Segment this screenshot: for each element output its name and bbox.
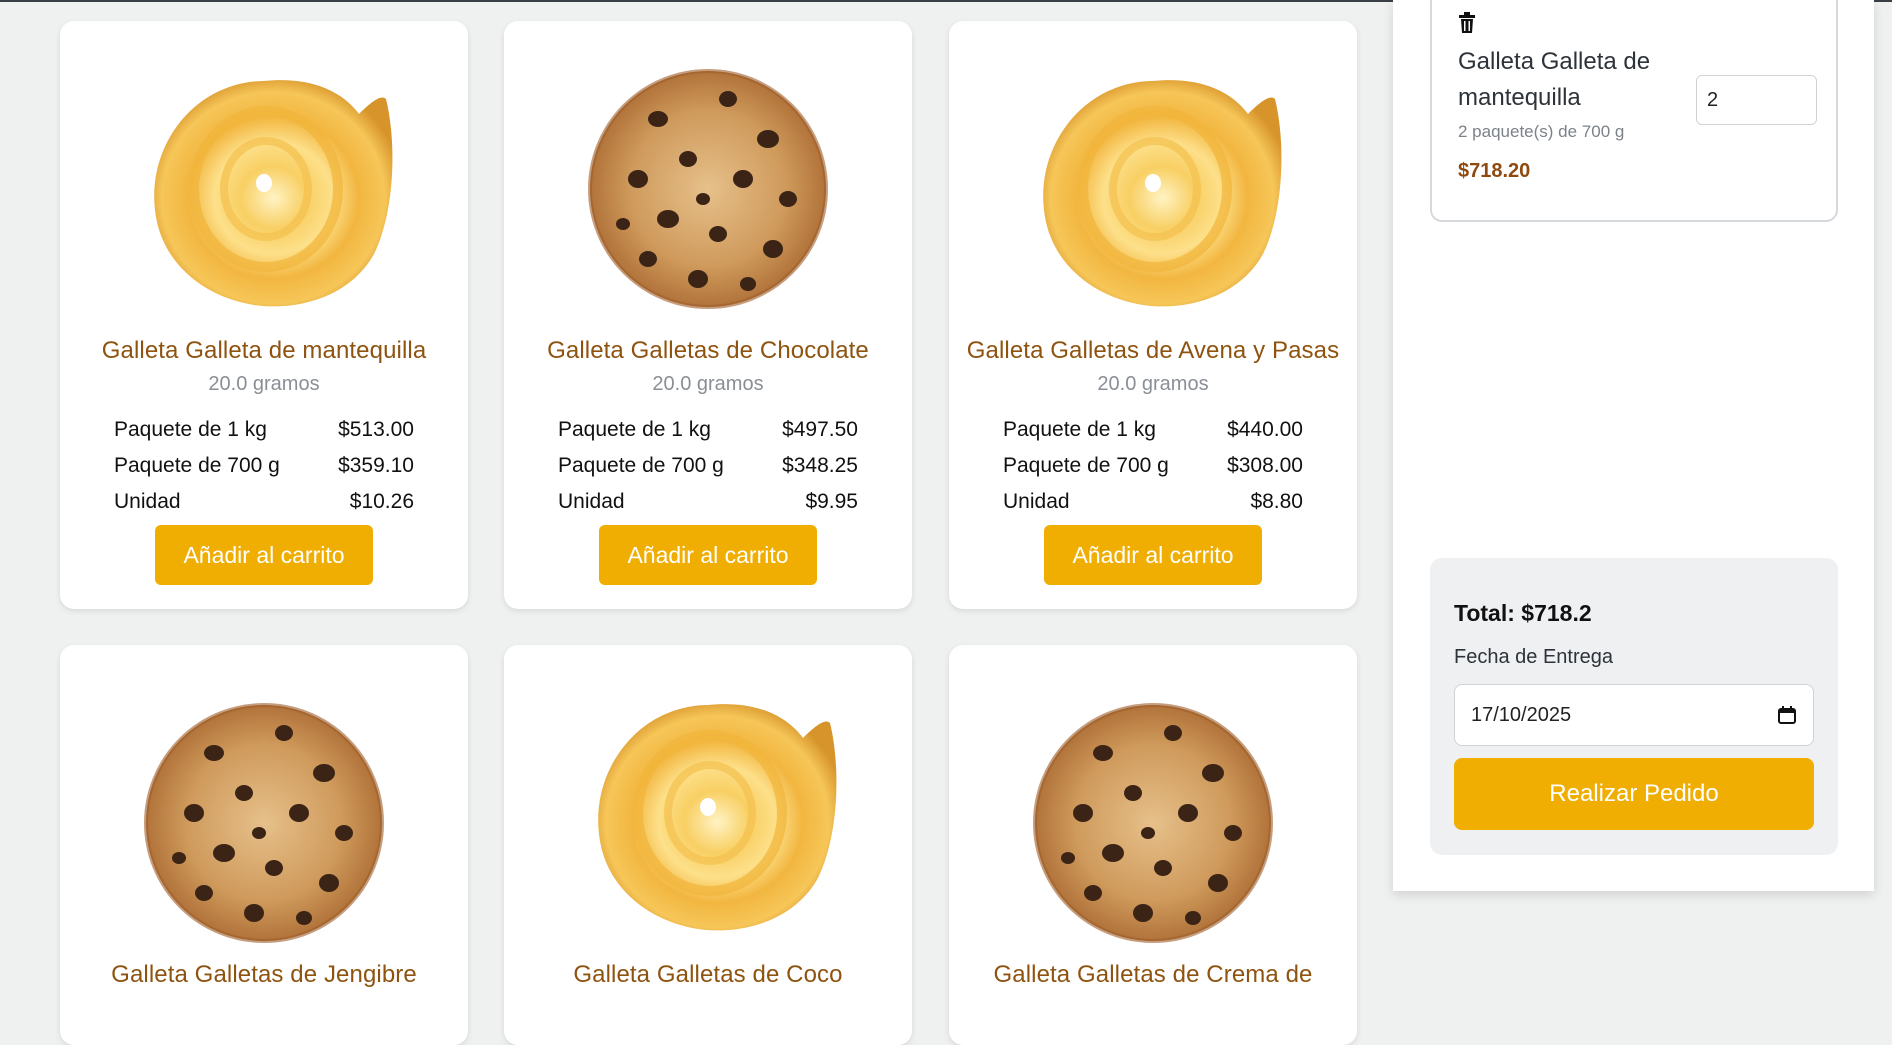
price-row: Paquete de 1 kg $440.00 [1003, 412, 1303, 448]
price-value: $8.80 [1250, 490, 1303, 513]
price-value: $308.00 [1227, 454, 1303, 477]
product-title: Galleta Galletas de Coco [573, 961, 843, 988]
product-image [578, 683, 838, 943]
price-row: Paquete de 700 g $348.25 [558, 448, 858, 484]
price-row: Unidad $10.26 [114, 484, 414, 520]
delivery-date-label: Fecha de Entrega [1454, 646, 1613, 668]
product-grid: Galleta Galleta de mantequilla 20.0 gram… [0, 0, 1380, 1045]
product-card: Galleta Galleta de mantequilla 20.0 gram… [60, 21, 468, 609]
price-value: $9.95 [805, 490, 858, 513]
price-label: Paquete de 700 g [114, 454, 280, 477]
price-value: $348.25 [782, 454, 858, 477]
product-card: Galleta Galletas de Crema de [949, 645, 1357, 1045]
calendar-icon[interactable] [1777, 705, 1797, 725]
product-weight: 20.0 gramos [208, 373, 320, 395]
price-table: Paquete de 1 kg $440.00 Paquete de 700 g… [1003, 412, 1303, 520]
quantity-input[interactable] [1696, 75, 1817, 125]
product-title: Galleta Galletas de Crema de [993, 961, 1313, 988]
cart-item-detail: 2 paquete(s) de 700 g [1458, 122, 1625, 141]
product-card: Galleta Galletas de Coco [504, 645, 912, 1045]
delivery-date-value: 17/10/2025 [1471, 703, 1572, 726]
product-card: Galleta Galletas de Chocolate 20.0 gramo… [504, 21, 912, 609]
delivery-date-input[interactable]: 17/10/2025 [1454, 684, 1814, 746]
cart-item-name: Galleta Galleta de mantequilla [1458, 48, 1651, 111]
price-label: Paquete de 1 kg [558, 418, 711, 441]
add-to-cart-button[interactable]: Añadir al carrito [1044, 525, 1262, 585]
price-row: Paquete de 1 kg $513.00 [114, 412, 414, 448]
product-image [134, 693, 394, 953]
product-image [1023, 693, 1283, 953]
add-to-cart-button[interactable]: Añadir al carrito [599, 525, 817, 585]
price-row: Paquete de 1 kg $497.50 [558, 412, 858, 448]
price-label: Unidad [114, 490, 181, 513]
price-label: Unidad [1003, 490, 1070, 513]
product-weight: 20.0 gramos [1097, 373, 1209, 395]
price-row: Paquete de 700 g $308.00 [1003, 448, 1303, 484]
price-label: Paquete de 700 g [558, 454, 724, 477]
place-order-button[interactable]: Realizar Pedido [1454, 758, 1814, 830]
product-title: Galleta Galletas de Chocolate [547, 337, 869, 364]
price-row: Paquete de 700 g $359.10 [114, 448, 414, 484]
product-title: Galleta Galletas de Jengibre [111, 961, 417, 988]
order-summary: Total: $718.2 Fecha de Entrega 17/10/202… [1430, 558, 1838, 855]
price-label: Paquete de 700 g [1003, 454, 1169, 477]
cart-total: Total: $718.2 [1454, 600, 1592, 626]
product-title: Galleta Galleta de mantequilla [101, 337, 427, 364]
product-card: Galleta Galletas de Avena y Pasas 20.0 g… [949, 21, 1357, 609]
product-image [1023, 59, 1283, 319]
price-value: $497.50 [782, 418, 858, 441]
price-label: Paquete de 1 kg [114, 418, 267, 441]
price-row: Unidad $9.95 [558, 484, 858, 520]
price-label: Unidad [558, 490, 625, 513]
price-value: $359.10 [338, 454, 414, 477]
price-table: Paquete de 1 kg $513.00 Paquete de 700 g… [114, 412, 414, 520]
product-weight: 20.0 gramos [652, 373, 764, 395]
price-value: $440.00 [1227, 418, 1303, 441]
product-image [134, 59, 394, 319]
cart-item: Galleta Galleta de mantequilla 2 paquete… [1430, 0, 1838, 222]
price-label: Paquete de 1 kg [1003, 418, 1156, 441]
price-value: $513.00 [338, 418, 414, 441]
price-row: Unidad $8.80 [1003, 484, 1303, 520]
product-card: Galleta Galletas de Jengibre [60, 645, 468, 1045]
cart-sidebar: Galleta Galleta de mantequilla 2 paquete… [1393, 0, 1874, 891]
price-table: Paquete de 1 kg $497.50 Paquete de 700 g… [558, 412, 858, 520]
trash-icon[interactable] [1458, 12, 1476, 34]
cart-item-price: $718.20 [1458, 160, 1531, 182]
product-image [578, 59, 838, 319]
price-value: $10.26 [349, 490, 414, 513]
product-title: Galleta Galletas de Avena y Pasas [966, 337, 1340, 364]
add-to-cart-button[interactable]: Añadir al carrito [155, 525, 373, 585]
